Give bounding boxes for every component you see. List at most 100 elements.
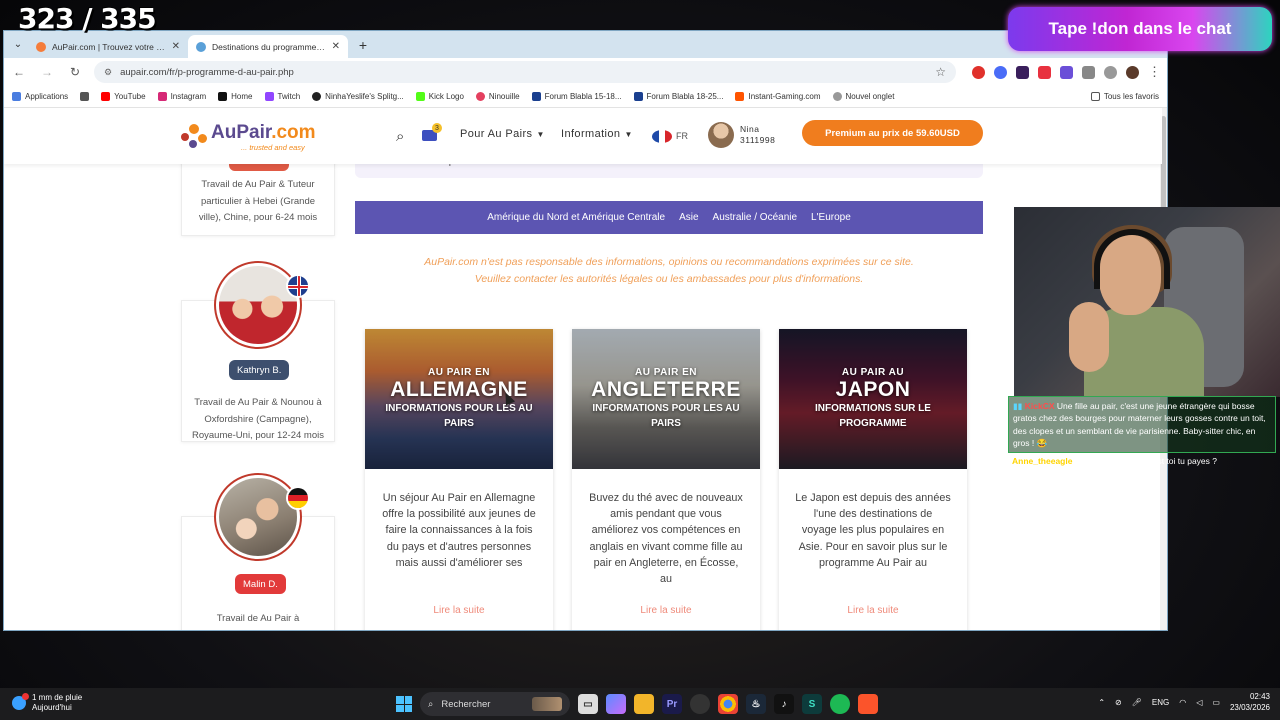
menu-information[interactable]: Information ▼ — [561, 128, 633, 140]
forward-icon[interactable]: → — [38, 63, 56, 81]
profile-description: Travail de Au Pair à — [216, 613, 300, 624]
country-card-japan[interactable]: AU PAIR AU JAPON INFORMATIONS SUR LE PRO… — [779, 329, 967, 630]
bookmark-kick[interactable]: Kick Logo — [415, 92, 464, 101]
network-off-icon[interactable]: ⊘ — [1115, 698, 1122, 707]
user-info[interactable]: Nina 3111998 — [740, 124, 775, 146]
steam-icon[interactable]: ♨ — [746, 694, 766, 714]
donation-banner: Tape !don dans le chat — [1008, 7, 1272, 51]
weather-widget[interactable]: 1 mm de pluie Aujourd'hui — [12, 693, 82, 714]
bookmark-home[interactable]: Home — [218, 92, 253, 101]
disclaimer: AuPair.com n'est pas responsable des inf… — [355, 254, 983, 288]
taskbar-search[interactable]: ⌕ Rechercher — [420, 692, 570, 716]
file-explorer-icon[interactable] — [634, 694, 654, 714]
chevron-up-icon[interactable]: ⌃ — [1098, 698, 1105, 707]
copilot-icon[interactable] — [606, 694, 626, 714]
all-bookmarks[interactable]: Tous les favoris — [1090, 92, 1159, 101]
language-selector[interactable]: FR — [676, 131, 688, 141]
extensions-puzzle-icon[interactable] — [1082, 65, 1095, 79]
obs-icon[interactable] — [690, 694, 710, 714]
card-text: Un séjour Au Pair en Allemagne offre la … — [382, 492, 536, 569]
user-avatar[interactable] — [708, 122, 734, 148]
bookmark-forum-15-18[interactable]: Forum Blabla 15-18... — [531, 92, 622, 101]
extension-dark-icon[interactable] — [1016, 65, 1029, 79]
premiere-pro-icon[interactable]: Pr — [662, 694, 682, 714]
task-view-icon[interactable]: ▭ — [578, 694, 598, 714]
stream-chat: ▮▮ KickCX Une fille au pair, c'est une j… — [1008, 396, 1276, 470]
tiktok-icon[interactable]: ♪ — [774, 694, 794, 714]
close-tab-icon[interactable]: ✕ — [172, 41, 180, 52]
brave-icon[interactable] — [858, 694, 878, 714]
profile-name-pill[interactable]: Malin D. — [235, 574, 286, 594]
bookmark-instagram[interactable]: Instagram — [157, 92, 206, 101]
instant-gaming-icon — [735, 92, 745, 101]
microphone-icon[interactable]: 🎤︎ — [1132, 698, 1142, 707]
search-icon[interactable]: ⌕ — [396, 128, 404, 145]
system-tray: ⌃ ⊘ 🎤︎ ENG ◠ ◁ ▭ 02:43 23/03/2026 — [1098, 692, 1270, 714]
extension-red-icon[interactable] — [972, 65, 985, 79]
country-card-england[interactable]: AU PAIR EN ANGLETERRE INFORMATIONS POUR … — [572, 329, 760, 630]
tab-search-icon[interactable]: ⌄ — [8, 34, 28, 54]
bookmark-grid[interactable] — [80, 92, 90, 101]
region-link-europe[interactable]: L'Europe — [811, 212, 851, 223]
chat-message: ▮▮ KickCX Une fille au pair, c'est une j… — [1008, 396, 1276, 454]
kick-icon — [415, 92, 425, 101]
bookmark-youtube[interactable]: YouTube — [101, 92, 146, 101]
weather-text: 1 mm de pluie — [32, 693, 83, 702]
region-link-oceania[interactable]: Australie / Océanie — [713, 212, 798, 223]
read-more-link[interactable]: Lire la suite — [779, 605, 967, 616]
bookmark-new-tab[interactable]: Nouvel onglet — [832, 92, 894, 101]
site-header: AuPair.com ... trusted and easy ⌕ 3 Pour… — [4, 108, 1162, 164]
logo-domain: .com — [271, 122, 316, 143]
tab-destinations[interactable]: Destinations du programme Au ✕ — [188, 35, 348, 58]
app-s-icon[interactable]: S — [802, 694, 822, 714]
reload-icon[interactable]: ↻ — [66, 63, 84, 81]
spotify-icon[interactable] — [830, 694, 850, 714]
site-info-icon[interactable]: ⚙ — [104, 67, 112, 78]
tab-aupair-home[interactable]: AuPair.com | Trouvez votre fille ✕ — [28, 35, 188, 58]
back-icon[interactable]: ← — [10, 63, 28, 81]
read-more-link[interactable]: Lire la suite — [572, 605, 760, 616]
new-tab-button[interactable]: + — [352, 34, 374, 56]
language-indicator[interactable]: ENG — [1152, 698, 1169, 707]
twitch-icon — [264, 92, 274, 101]
premium-button[interactable]: Premium au prix de 59.60USD — [802, 120, 983, 146]
region-link-americas[interactable]: Amérique du Nord et Amérique Centrale — [487, 212, 665, 223]
battery-icon[interactable]: ▭ — [1212, 698, 1220, 707]
profile-photo[interactable] — [214, 473, 302, 561]
search-label: Rechercher — [441, 698, 491, 710]
browser-menu-icon[interactable]: ⋮ — [1148, 64, 1161, 80]
bookmark-ninouille[interactable]: Ninouille — [475, 92, 520, 101]
address-bar[interactable]: ⚙ aupair.com/fr/p-programme-d-au-pair.ph… — [94, 61, 956, 83]
france-flag-icon[interactable] — [652, 130, 672, 143]
bookmark-twitch[interactable]: Twitch — [264, 92, 300, 101]
wifi-icon[interactable]: ◠ — [1179, 698, 1186, 707]
region-link-asia[interactable]: Asie — [679, 212, 698, 223]
bookmark-instant-gaming[interactable]: Instant-Gaming.com — [735, 92, 821, 101]
close-tab-icon[interactable]: ✕ — [332, 41, 340, 52]
profile-name-pill[interactable]: Kathryn B. — [229, 360, 290, 380]
extension-shield-icon[interactable] — [1060, 65, 1073, 79]
clock[interactable]: 02:43 23/03/2026 — [1230, 692, 1270, 714]
bookmark-splitgate[interactable]: NinhaYeslife's Splitg... — [312, 92, 404, 101]
grid-icon — [80, 92, 90, 101]
sidepanel-icon[interactable] — [1104, 65, 1117, 79]
clock-time: 02:43 — [1249, 692, 1270, 701]
profile-avatar-icon[interactable] — [1126, 65, 1139, 79]
logo-name: AuPair — [211, 122, 272, 143]
forum-icon — [633, 92, 643, 101]
aupair-logo[interactable]: AuPair.com ... trusted and easy — [181, 122, 316, 152]
bookmark-star-icon[interactable]: ☆ — [935, 65, 946, 79]
profile-description: Travail de Au Pair & Tuteur particulier … — [198, 179, 318, 224]
menu-au-pairs[interactable]: Pour Au Pairs ▼ — [460, 128, 545, 140]
bookmark-applications[interactable]: Applications — [12, 92, 68, 101]
volume-icon[interactable]: ◁ — [1196, 698, 1202, 707]
disclaimer-line: AuPair.com n'est pas responsable des inf… — [424, 256, 914, 268]
extension-audio-icon[interactable] — [994, 65, 1007, 79]
windows-start-icon[interactable] — [396, 696, 412, 712]
profile-photo[interactable] — [214, 261, 302, 349]
bookmark-forum-18-25[interactable]: Forum Blabla 18-25... — [633, 92, 723, 101]
read-more-link[interactable]: Lire la suite — [365, 605, 553, 616]
chrome-icon[interactable] — [718, 694, 738, 714]
extension-tag-icon[interactable] — [1038, 65, 1051, 79]
country-card-germany[interactable]: AU PAIR EN ALLEMAGNE INFORMATIONS POUR L… — [365, 329, 553, 630]
